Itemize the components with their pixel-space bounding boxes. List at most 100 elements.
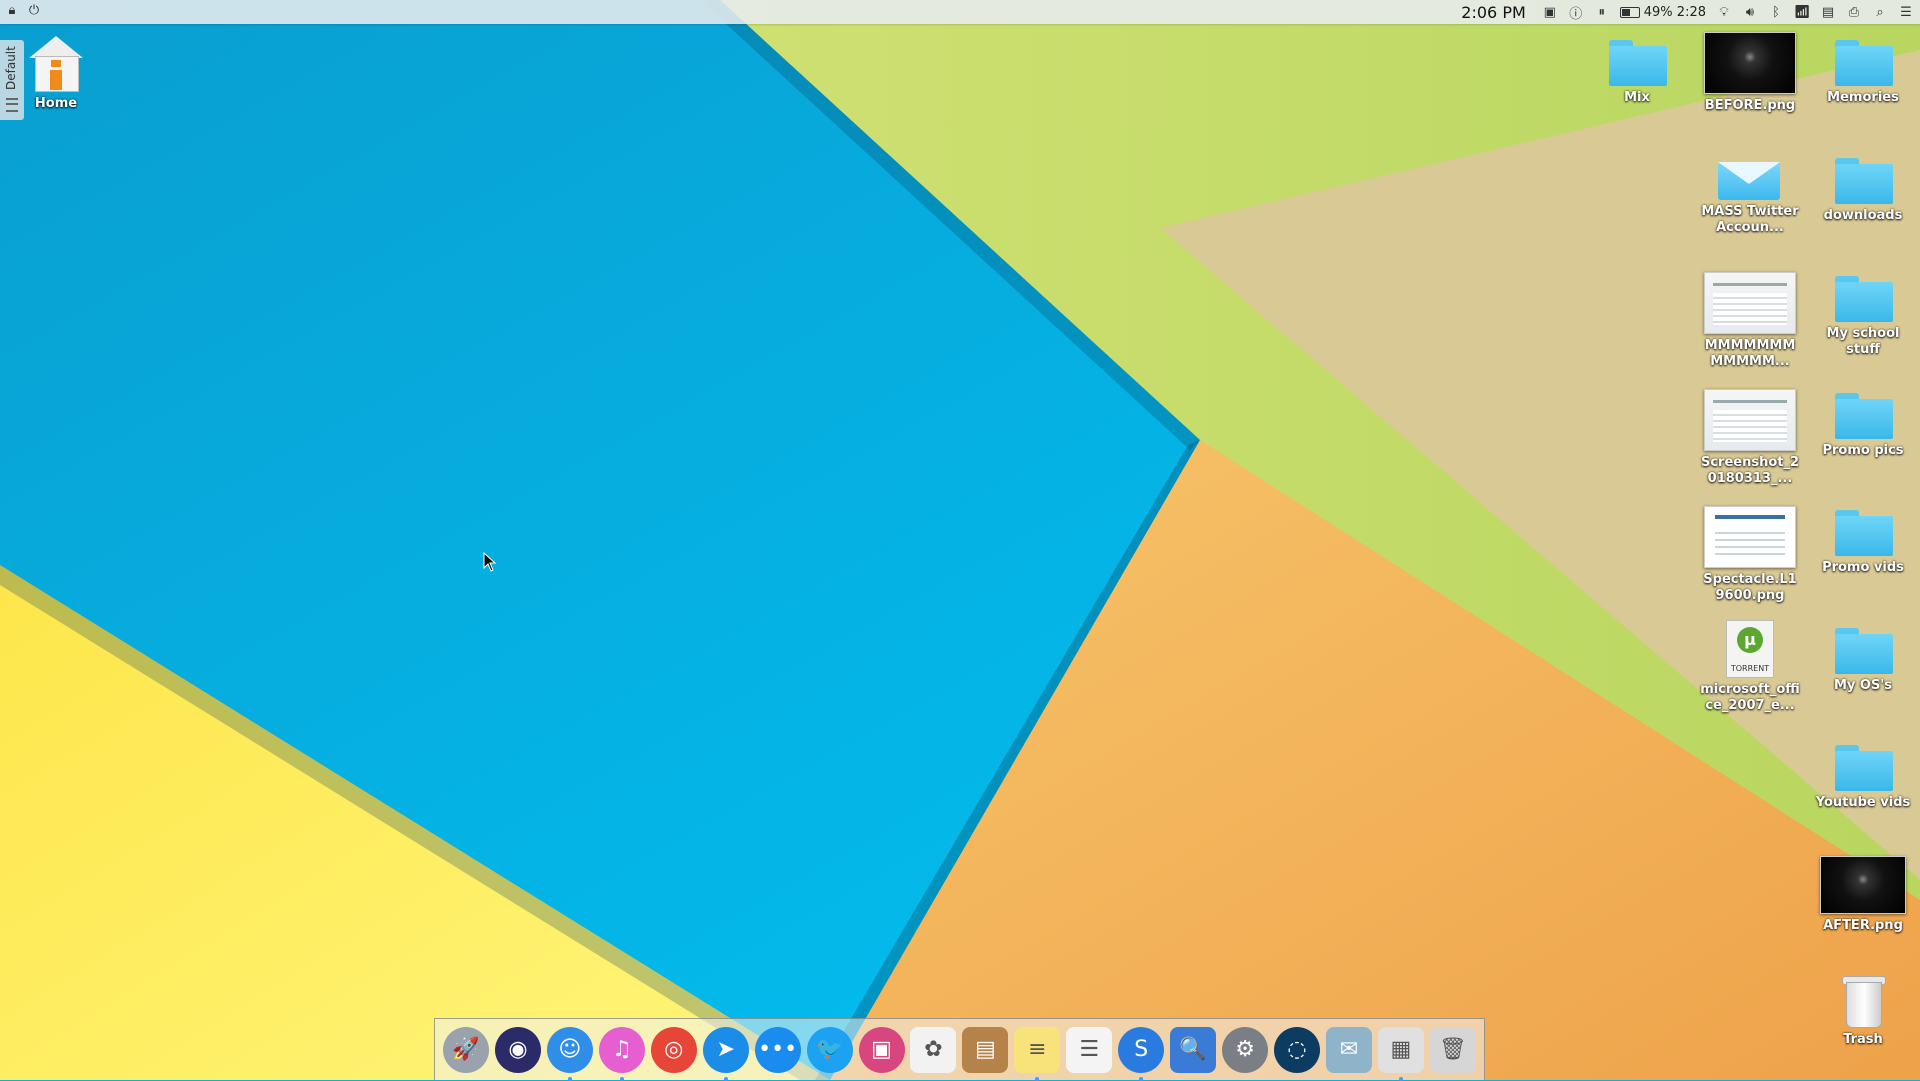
after-png-file[interactable]: AFTER.png: [1808, 856, 1918, 934]
mouse-cursor: [483, 552, 497, 572]
mail-icon-glyph: ✉: [1339, 1037, 1359, 1062]
calculator-icon-glyph: ▦: [1390, 1037, 1412, 1062]
launchpad-icon[interactable]: 🚀: [443, 1026, 489, 1073]
power-icon[interactable]: ⏻: [26, 2, 42, 18]
image-thumbnail-icon: [1704, 389, 1796, 451]
icon-label: Spectacle.L1 9600.png: [1703, 572, 1797, 603]
chrome-icon-glyph: ◎: [664, 1037, 684, 1062]
siri-icon[interactable]: ◉: [494, 1026, 541, 1073]
folder-icon: [1833, 624, 1893, 674]
contacts-icon[interactable]: ▤: [962, 1026, 1009, 1073]
icon-label: MMMMMMM MMMMM...: [1704, 338, 1796, 369]
photo-viewer-icon[interactable]: ▣: [858, 1026, 905, 1073]
folder-icon: [1833, 389, 1893, 439]
lock-icon[interactable]: 🔒︎: [4, 2, 20, 18]
menu-icon[interactable]: ☰: [1898, 4, 1914, 20]
battery-icon: [1619, 6, 1640, 18]
chrome-icon[interactable]: ◎: [650, 1026, 697, 1073]
downloads-folder[interactable]: downloads: [1808, 154, 1918, 224]
icon-label: MASS Twitter Accoun...: [1701, 204, 1799, 235]
screenshot-file[interactable]: Screenshot_2 0180313_...: [1695, 389, 1805, 487]
memories-folder[interactable]: Memories: [1808, 36, 1918, 106]
trash-desktop-icon[interactable]: Trash: [1808, 972, 1918, 1048]
itunes-icon-glyph: ♫: [611, 1037, 632, 1062]
image-thumbnail-icon: [1704, 32, 1796, 94]
network-icon[interactable]: ◌: [1274, 1026, 1320, 1073]
promo-pics-folder[interactable]: Promo pics: [1808, 389, 1918, 459]
mass-twitter-file[interactable]: MASS Twitter Accoun...: [1695, 156, 1805, 236]
icon-label: My OS's: [1833, 678, 1893, 693]
search-icon[interactable]: ⌕: [1872, 4, 1888, 20]
hamburger-icon[interactable]: [6, 98, 18, 112]
icon-label: My school stuff: [1826, 326, 1900, 357]
icon-label: Mix: [1624, 90, 1650, 105]
icon-label: microsoft_offi ce_2007_e...: [1700, 682, 1800, 713]
system-preferences-icon[interactable]: ⚙: [1222, 1026, 1269, 1073]
reminders-icon[interactable]: ☰: [1066, 1026, 1113, 1073]
icon-label: Youtube vids: [1815, 795, 1911, 810]
finder-icon[interactable]: ☺: [546, 1026, 593, 1081]
siri-icon-glyph: ◉: [508, 1037, 528, 1062]
media-pause-icon[interactable]: ⏸: [1594, 4, 1610, 20]
messages-icon[interactable]: •••: [754, 1026, 801, 1073]
twitter-icon-glyph: 🐦: [815, 1037, 844, 1062]
icon-label: BEFORE.png: [1704, 98, 1796, 113]
folder-icon: [1833, 154, 1893, 204]
photos-icon[interactable]: ✿: [910, 1026, 957, 1073]
before-png-file[interactable]: BEFORE.png: [1695, 32, 1805, 114]
itunes-icon[interactable]: ♫: [598, 1026, 645, 1081]
my-os-folder[interactable]: My OS's: [1808, 624, 1918, 694]
activity-label: Default: [4, 46, 18, 90]
notes-tray-icon[interactable]: ▤: [1820, 4, 1836, 20]
preview-icon-glyph: 🔍: [1179, 1037, 1207, 1062]
torrent-icon: μ TORRENT: [1726, 620, 1774, 678]
folder-icon: [1833, 741, 1893, 791]
notifications-icon[interactable]: ⓘ: [1568, 4, 1584, 22]
activity-switcher-tab[interactable]: Default: [0, 40, 24, 120]
contacts-icon-glyph: ▤: [974, 1037, 996, 1062]
icon-label: Promo pics: [1822, 443, 1904, 458]
mmm-file[interactable]: MMMMMMM MMMMM...: [1695, 272, 1805, 370]
icon-label: Trash: [1843, 1032, 1883, 1047]
office-torrent-file[interactable]: μ TORRENT microsoft_offi ce_2007_e...: [1695, 620, 1805, 714]
bluetooth-icon[interactable]: ᛒ: [1768, 4, 1784, 20]
dock: 🚀 ◉ ☺ ♫ ◎ ➤ ••• 🐦 ▣ ✿ ▤ ≡ ☰ S 🔍 ⚙ ◌ ✉ ▦ 🗑: [434, 1018, 1485, 1081]
battery-text: 49% 2:28: [1643, 4, 1706, 20]
notes-icon[interactable]: ≡: [1014, 1026, 1061, 1081]
mail-icon[interactable]: ✉: [1325, 1026, 1372, 1073]
safari-icon-glyph: ➤: [716, 1037, 735, 1062]
youtube-vids-folder[interactable]: Youtube vids: [1808, 741, 1918, 811]
school-folder[interactable]: My school stuff: [1808, 272, 1918, 358]
system-preferences-icon-glyph: ⚙: [1235, 1037, 1255, 1062]
top-menu-bar: 🔒︎ ⏻ 2:06 PM ▣ ⓘ ⏸ 49% 2:28 💡︎ 🔊︎ ᛒ 📶︎ ▤…: [0, 0, 1920, 24]
notes-icon-glyph: ≡: [1028, 1037, 1047, 1062]
icon-label: Promo vids: [1822, 560, 1904, 575]
dock-trash-icon[interactable]: 🗑: [1429, 1026, 1476, 1073]
clock[interactable]: 2:06 PM: [1461, 3, 1525, 22]
dock-trash-icon-glyph: 🗑: [1438, 1037, 1467, 1062]
printer-icon[interactable]: ⎙: [1846, 4, 1862, 20]
desktop-wallpaper: [0, 0, 1920, 1080]
folder-icon: [1833, 506, 1893, 556]
image-thumbnail-icon: [1704, 506, 1796, 568]
volume-icon[interactable]: 🔊︎: [1742, 4, 1758, 20]
simplenote-icon-glyph: S: [1134, 1037, 1149, 1062]
simplenote-icon[interactable]: S: [1118, 1026, 1165, 1081]
clipboard-icon[interactable]: ▣: [1542, 4, 1558, 20]
preview-icon[interactable]: 🔍: [1170, 1026, 1217, 1073]
mix-folder[interactable]: Mix: [1582, 36, 1692, 106]
battery-indicator[interactable]: 49% 2:28: [1619, 4, 1706, 20]
wifi-icon[interactable]: 📶︎: [1794, 4, 1811, 20]
safari-icon[interactable]: ➤: [702, 1026, 749, 1081]
icon-label: downloads: [1823, 208, 1903, 223]
icon-label: Memories: [1827, 90, 1899, 105]
calculator-icon[interactable]: ▦: [1377, 1026, 1424, 1081]
promo-vids-folder[interactable]: Promo vids: [1808, 506, 1918, 576]
image-thumbnail-icon: [1820, 856, 1906, 914]
trash-icon: [1840, 972, 1886, 1028]
brightness-icon[interactable]: 💡︎: [1716, 4, 1732, 20]
mail-icon: [1718, 156, 1782, 200]
image-thumbnail-icon: [1704, 272, 1796, 334]
spectacle-file[interactable]: Spectacle.L1 9600.png: [1695, 506, 1805, 604]
twitter-icon[interactable]: 🐦: [806, 1026, 853, 1073]
